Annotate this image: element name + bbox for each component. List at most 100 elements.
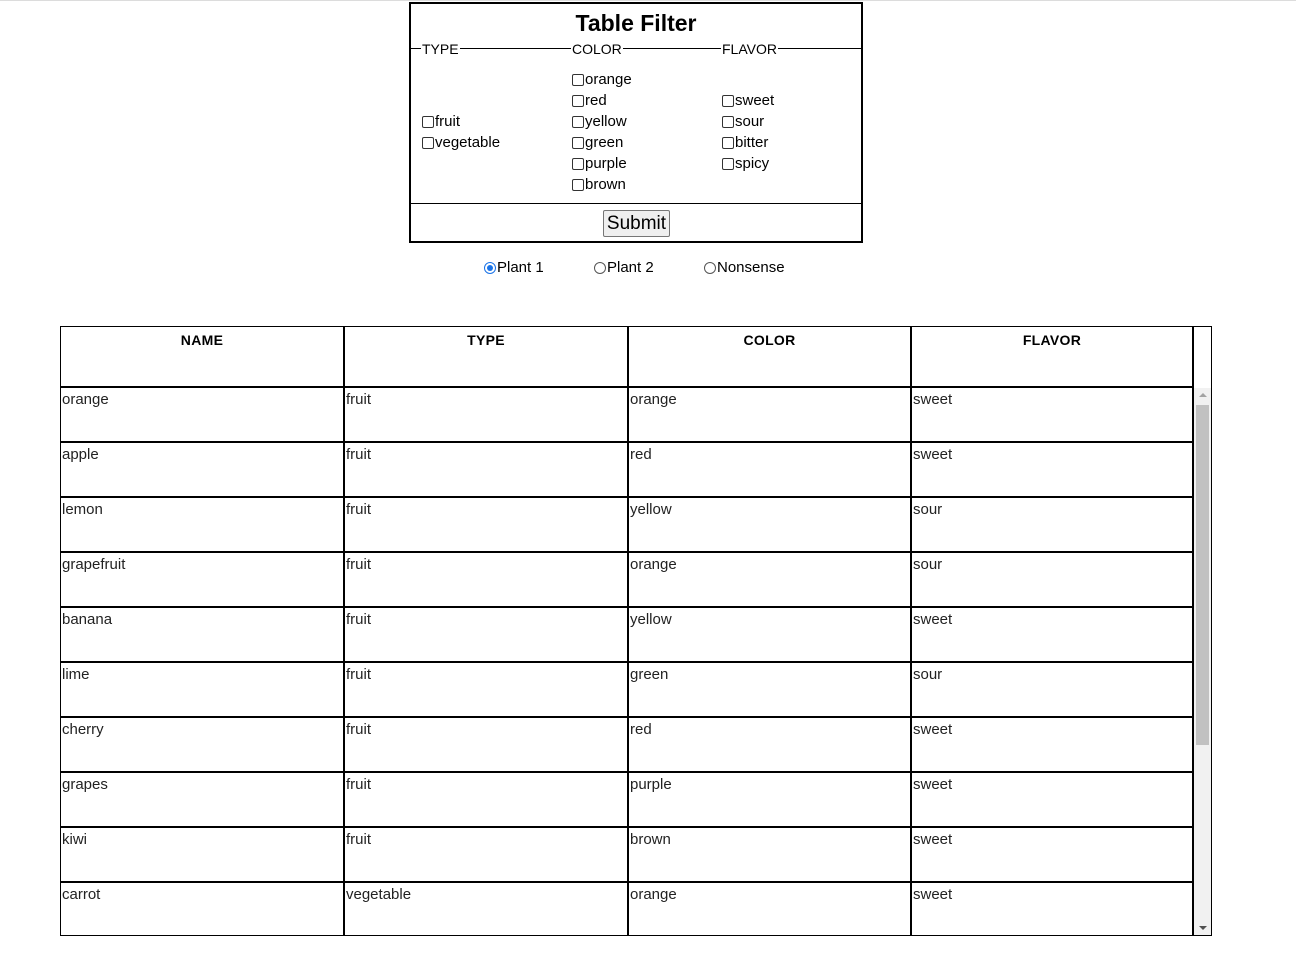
flavor-option-bitter[interactable]: bitter: [722, 132, 768, 153]
type-option-vegetable[interactable]: vegetable: [422, 132, 500, 153]
cell-name: kiwi: [61, 828, 345, 881]
radio-button-selected[interactable]: [484, 262, 496, 274]
checkbox[interactable]: [722, 94, 734, 107]
cell-name: grapefruit: [61, 553, 345, 606]
cell-color: green: [629, 663, 912, 716]
cell-color: orange: [629, 553, 912, 606]
cell-flavor: sweet: [912, 608, 1194, 661]
cell-color: red: [629, 443, 912, 496]
radio-plant-2[interactable]: Plant 2: [594, 258, 654, 278]
cell-type: fruit: [345, 553, 629, 606]
flavor-option-spicy[interactable]: spicy: [722, 153, 769, 174]
cell-type: fruit: [345, 608, 629, 661]
checkbox[interactable]: [572, 157, 584, 170]
table-filter-form: Table Filter TYPE COLOR FLAVOR fruit veg…: [409, 2, 863, 243]
cell-name: grapes: [61, 773, 345, 826]
cell-name: apple: [61, 443, 345, 496]
radio-label: Plant 1: [497, 259, 544, 276]
submit-button[interactable]: Submit: [603, 210, 670, 237]
radio-button[interactable]: [594, 262, 606, 274]
scroll-up-arrow-icon[interactable]: [1194, 388, 1211, 402]
cell-name: lime: [61, 663, 345, 716]
scrollbar-thumb[interactable]: [1196, 405, 1209, 745]
radio-nonsense[interactable]: Nonsense: [704, 258, 785, 278]
column-header-type[interactable]: TYPE: [345, 327, 629, 386]
flavor-option-sour[interactable]: sour: [722, 111, 764, 132]
cell-color: yellow: [629, 608, 912, 661]
radio-label: Plant 2: [607, 259, 654, 276]
cell-flavor: sweet: [912, 443, 1194, 496]
top-divider: [0, 0, 1296, 1]
color-option-red[interactable]: red: [572, 90, 607, 111]
radio-button[interactable]: [704, 262, 716, 274]
option-label: sweet: [735, 92, 775, 109]
checkbox[interactable]: [422, 136, 434, 149]
filter-title: Table Filter: [575, 10, 697, 36]
checkbox[interactable]: [572, 115, 584, 128]
table-row: carrot vegetable orange sweet: [61, 883, 1194, 935]
cell-flavor: sour: [912, 553, 1194, 606]
option-label: bitter: [735, 134, 769, 151]
scroll-down-arrow-icon[interactable]: [1194, 921, 1211, 935]
cell-color: orange: [629, 883, 912, 935]
color-option-green[interactable]: green: [572, 132, 623, 153]
option-label: red: [585, 92, 607, 109]
checkbox[interactable]: [722, 136, 734, 149]
cell-flavor: sweet: [912, 883, 1194, 935]
cell-type: fruit: [345, 718, 629, 771]
cell-type: fruit: [345, 388, 629, 441]
checkbox[interactable]: [422, 115, 434, 128]
color-option-orange[interactable]: orange: [572, 69, 632, 90]
cell-flavor: sour: [912, 498, 1194, 551]
radio-plant-1[interactable]: Plant 1: [484, 258, 544, 278]
type-section-label: TYPE: [421, 41, 460, 57]
checkbox[interactable]: [572, 136, 584, 149]
table-row: cherry fruit red sweet: [61, 718, 1194, 773]
cell-flavor: sweet: [912, 773, 1194, 826]
checkbox[interactable]: [572, 73, 584, 86]
table-row: banana fruit yellow sweet: [61, 608, 1194, 663]
option-label: vegetable: [435, 134, 501, 151]
option-label: brown: [585, 176, 626, 193]
footer-divider: [411, 203, 861, 204]
option-label: orange: [585, 71, 632, 88]
table-row: grapes fruit purple sweet: [61, 773, 1194, 828]
color-option-yellow[interactable]: yellow: [572, 111, 627, 132]
option-label: sour: [735, 113, 765, 130]
checkbox[interactable]: [722, 115, 734, 128]
cell-flavor: sweet: [912, 388, 1194, 441]
column-header-flavor[interactable]: FLAVOR: [912, 327, 1194, 386]
cell-name: cherry: [61, 718, 345, 771]
checkbox[interactable]: [572, 178, 584, 191]
plant-table: NAME TYPE COLOR FLAVOR orange fruit oran…: [60, 326, 1212, 936]
section-divider: [411, 48, 862, 49]
column-header-name[interactable]: NAME: [61, 327, 345, 386]
color-option-purple[interactable]: purple: [572, 153, 627, 174]
cell-flavor: sweet: [912, 828, 1194, 881]
cell-type: vegetable: [345, 883, 629, 935]
cell-color: brown: [629, 828, 912, 881]
cell-name: banana: [61, 608, 345, 661]
cell-color: purple: [629, 773, 912, 826]
cell-type: fruit: [345, 828, 629, 881]
table-row: lemon fruit yellow sour: [61, 498, 1194, 553]
table-scrollbar[interactable]: [1194, 388, 1211, 935]
cell-name: lemon: [61, 498, 345, 551]
type-option-fruit[interactable]: fruit: [422, 111, 460, 132]
cell-type: fruit: [345, 498, 629, 551]
column-header-color[interactable]: COLOR: [629, 327, 912, 386]
checkbox[interactable]: [572, 94, 584, 107]
table-body: orange fruit orange sweet apple fruit re…: [61, 388, 1194, 935]
color-option-brown[interactable]: brown: [572, 174, 626, 195]
table-row: lime fruit green sour: [61, 663, 1194, 718]
cell-name: carrot: [61, 883, 345, 935]
checkbox[interactable]: [722, 157, 734, 170]
table-row: orange fruit orange sweet: [61, 388, 1194, 443]
cell-type: fruit: [345, 663, 629, 716]
cell-type: fruit: [345, 773, 629, 826]
cell-color: red: [629, 718, 912, 771]
option-label: fruit: [435, 113, 461, 130]
cell-flavor: sweet: [912, 718, 1194, 771]
table-row: apple fruit red sweet: [61, 443, 1194, 498]
flavor-option-sweet[interactable]: sweet: [722, 90, 774, 111]
